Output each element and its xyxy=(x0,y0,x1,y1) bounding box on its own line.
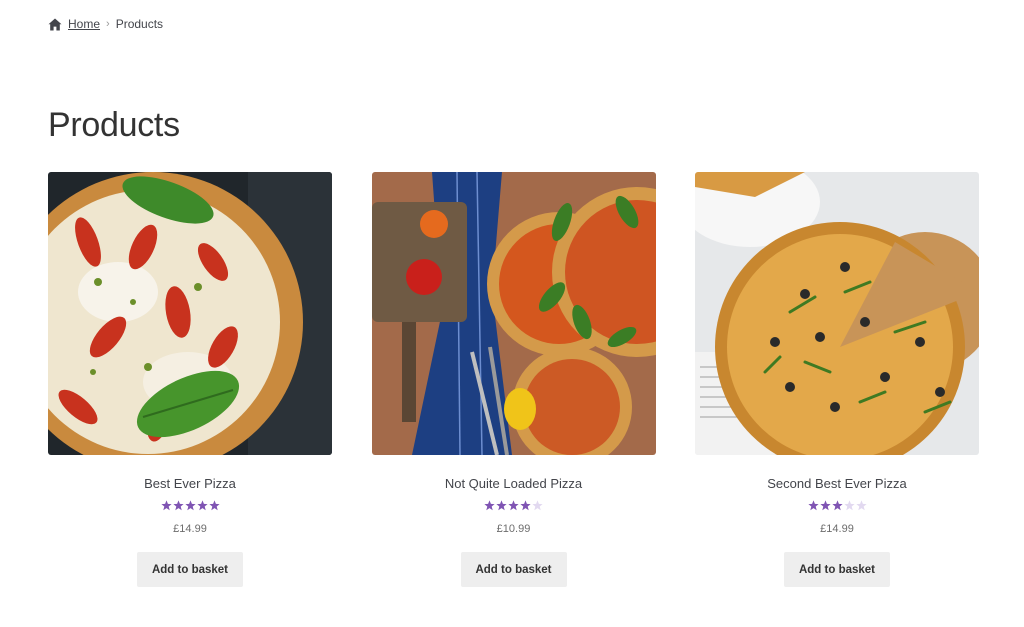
page: Home › Products Products Best Ever Pizza… xyxy=(0,0,1024,627)
star-empty-icon xyxy=(843,500,855,511)
star-filled-icon xyxy=(807,500,819,511)
star-rating xyxy=(372,500,656,513)
star-filled-icon xyxy=(484,500,495,511)
star-filled-icon xyxy=(196,500,208,511)
star-empty-icon xyxy=(855,500,867,511)
product-title[interactable]: Second Best Ever Pizza xyxy=(695,476,979,491)
product-image-second-best-ever-pizza[interactable] xyxy=(695,172,979,455)
product-card: Second Best Ever Pizza £14.99 Add to bas… xyxy=(695,172,979,587)
product-price: £14.99 xyxy=(173,523,207,535)
product-price: £14.99 xyxy=(820,523,854,535)
star-filled-icon xyxy=(184,500,196,511)
star-filled-icon xyxy=(508,500,519,511)
star-rating xyxy=(48,500,332,513)
breadcrumb: Home › Products xyxy=(48,17,163,31)
star-filled-icon xyxy=(160,500,172,511)
star-filled-icon xyxy=(520,500,531,511)
product-image-not-quite-loaded-pizza[interactable] xyxy=(371,172,656,455)
star-filled-icon xyxy=(172,500,184,511)
star-rating xyxy=(695,500,979,513)
product-card: Best Ever Pizza £14.99 Add to basket xyxy=(48,172,332,587)
star-filled-icon xyxy=(208,500,220,511)
add-to-basket-button[interactable]: Add to basket xyxy=(137,552,243,587)
add-to-basket-button[interactable]: Add to basket xyxy=(784,552,890,587)
product-grid: Best Ever Pizza £14.99 Add to basket Not… xyxy=(48,172,979,587)
page-title: Products xyxy=(48,106,180,144)
star-filled-icon xyxy=(496,500,507,511)
star-filled-icon xyxy=(819,500,831,511)
add-to-basket-button[interactable]: Add to basket xyxy=(460,552,567,587)
star-empty-icon xyxy=(532,500,543,511)
product-card: Not Quite Loaded Pizza £10.99 Add to bas… xyxy=(371,172,656,587)
star-filled-icon xyxy=(831,500,843,511)
product-price: £10.99 xyxy=(496,523,531,535)
product-title[interactable]: Best Ever Pizza xyxy=(48,476,332,491)
home-icon xyxy=(48,18,62,30)
product-title[interactable]: Not Quite Loaded Pizza xyxy=(372,476,656,491)
product-image-best-ever-pizza[interactable] xyxy=(48,172,332,455)
breadcrumb-home-link[interactable]: Home xyxy=(68,17,100,31)
breadcrumb-current: Products xyxy=(115,17,164,31)
breadcrumb-separator: › xyxy=(106,18,110,30)
